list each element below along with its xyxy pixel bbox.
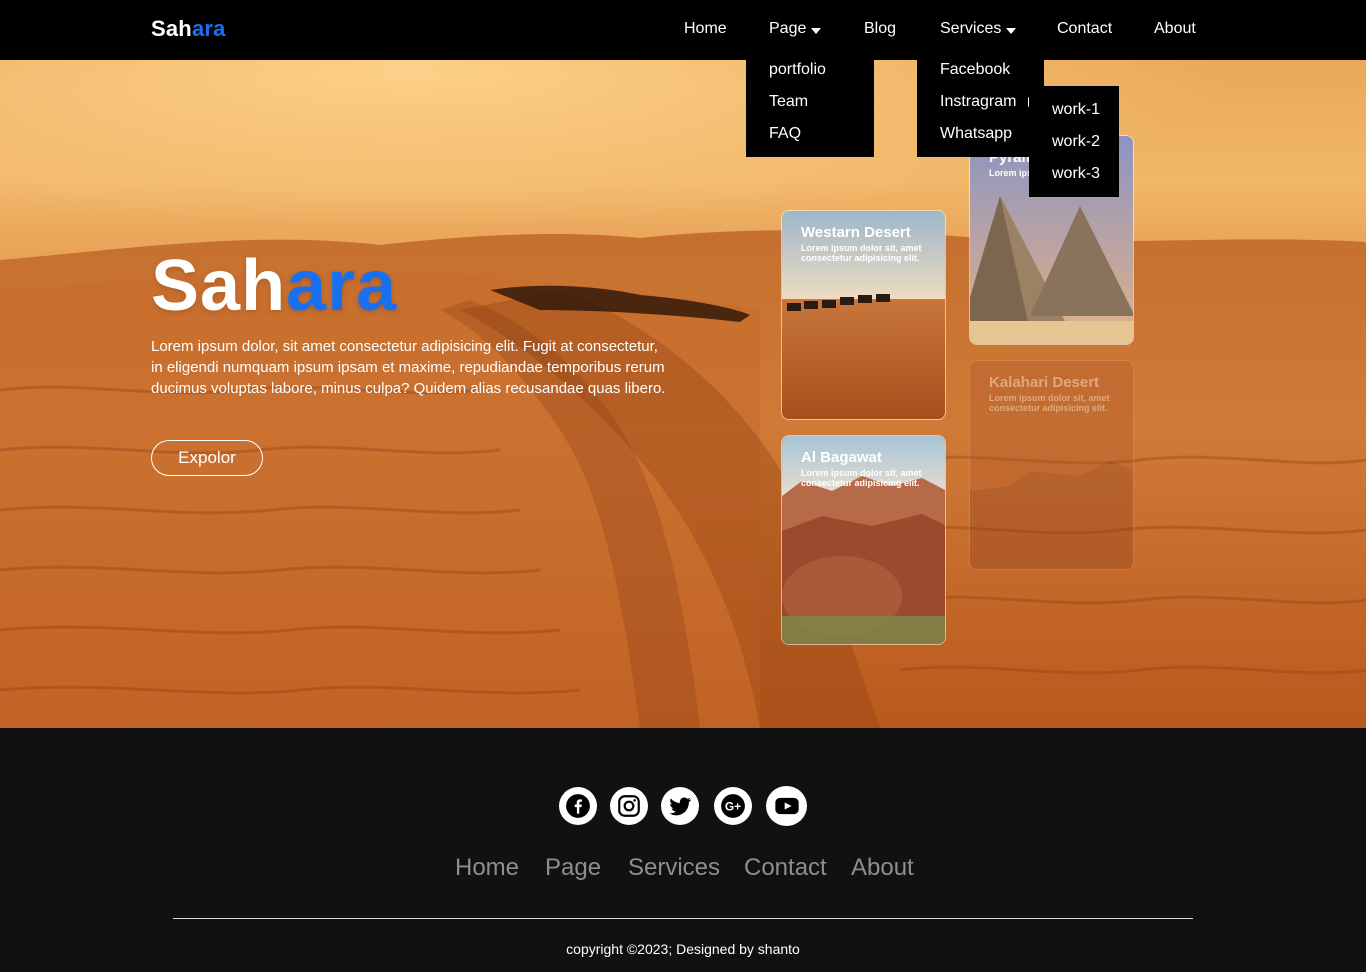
instagram-icon[interactable] [610,787,648,825]
instagram-submenu-work-1[interactable]: work-1 [1052,101,1100,119]
nav-home[interactable]: Home [684,20,727,38]
facebook-icon[interactable] [559,787,597,825]
caret-down-icon [1006,27,1017,34]
footer-link-page[interactable]: Page [545,854,601,882]
card-western-desert[interactable]: Westarn Desert Lorem ipsum dolor sit, am… [781,210,946,420]
hero-section: Sahara Lorem ipsum dolor, sit amet conse… [0,60,1366,728]
hero-title: Sahara [151,250,397,322]
nav-page-label: Page [769,20,807,37]
logo-prefix: Sah [151,16,192,41]
page-menu-portfolio[interactable]: portfolio [769,61,826,79]
footer-link-about[interactable]: About [851,854,914,882]
instagram-submenu: work-1 work-2 work-3 [1029,86,1119,197]
google-plus-glyph: G+ [721,794,745,818]
hero-title-prefix: Sah [151,246,287,326]
card-description: Lorem ipsum dolor sit, amet consectetur … [801,243,922,263]
services-menu-instagram-label: Instragram [940,93,1017,110]
caret-down-icon [811,27,822,34]
page-menu-team[interactable]: Team [769,93,808,111]
youtube-icon[interactable] [766,786,807,826]
nav-services[interactable]: Services [940,20,1017,38]
nav-page[interactable]: Page [769,20,822,38]
instagram-submenu-work-2[interactable]: work-2 [1052,133,1100,151]
logo-accent: ara [191,16,226,41]
instagram-glyph [618,795,640,817]
google-plus-icon[interactable]: G+ [714,787,752,825]
instagram-submenu-work-3[interactable]: work-3 [1052,165,1100,183]
twitter-icon[interactable] [661,787,699,825]
nav-about[interactable]: About [1154,20,1196,38]
facebook-glyph [566,794,590,818]
card-al-bagawat[interactable]: Al Bagawat Lorem ipsum dolor sit, amet c… [781,435,946,645]
services-menu-instagram[interactable]: Instragram [940,93,1035,111]
nav-services-label: Services [940,20,1002,37]
footer-link-contact[interactable]: Contact [744,854,827,882]
nav-contact-label: Contact [1057,20,1113,37]
card-kalahari-desert[interactable]: Kalahari Desert Lorem ipsum dolor sit, a… [969,360,1134,570]
twitter-glyph [669,797,692,816]
hero-description: Lorem ipsum dolor, sit amet consectetur … [151,338,666,397]
card-description: Lorem ipsum dolor sit, amet consectetur … [989,393,1110,413]
hero-title-accent: ara [286,246,398,326]
nav-home-label: Home [684,20,727,37]
nav-blog-label: Blog [864,20,897,37]
card-title: Kalahari Desert [989,374,1100,391]
nav-blog[interactable]: Blog [864,20,896,38]
services-menu-facebook[interactable]: Facebook [940,61,1010,79]
footer-divider [173,918,1193,919]
services-dropdown: Facebook Instragram Whatsapp [917,52,1044,157]
youtube-glyph [774,797,799,815]
footer-link-services[interactable]: Services [628,854,720,882]
card-title: Westarn Desert [801,224,911,241]
page-menu-faq[interactable]: FAQ [769,125,801,143]
nav-about-label: About [1154,20,1196,37]
copyright-text: copyright ©2023; Designed by shanto [566,941,800,957]
card-description: Lorem ipsum dolor sit, amet consectetur … [801,468,922,488]
explore-button[interactable]: Expolor [151,440,263,476]
nav-contact[interactable]: Contact [1057,20,1112,38]
card-title: Al Bagawat [801,449,882,466]
svg-text:G+: G+ [725,799,741,813]
footer: G+ Home Page Services Contact About copy… [0,728,1366,972]
navbar: Sahara Home Page Blog Services Contact A… [0,0,1366,60]
page-dropdown: portfolio Team FAQ [746,52,874,157]
footer-link-home[interactable]: Home [455,854,519,882]
services-menu-whatsapp[interactable]: Whatsapp [940,125,1012,143]
site-logo[interactable]: Sahara [151,16,226,42]
